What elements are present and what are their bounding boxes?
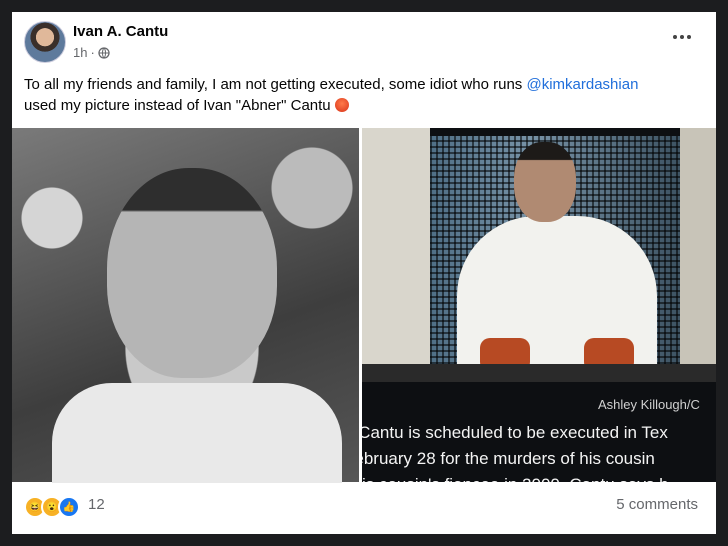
angry-emoji-icon: [334, 98, 349, 112]
post-photo-right[interactable]: Ashley Killough/C n Cantu is scheduled t…: [362, 128, 716, 482]
meta-separator: ·: [90, 45, 95, 60]
post-footer: 😆 😮 👍 12 5 comments: [12, 482, 716, 534]
author-name[interactable]: Ivan A. Cantu: [73, 23, 168, 40]
post-text-before: To all my friends and family, I am not g…: [24, 76, 527, 93]
comments-count[interactable]: 5 comments: [616, 496, 698, 513]
reaction-count[interactable]: 12: [88, 496, 105, 513]
post-text-after: used my picture instead of Ivan "Abner" …: [24, 97, 335, 114]
photo-credit: Ashley Killough/C: [598, 397, 700, 412]
reactions-summary[interactable]: 😆 😮 👍: [24, 496, 80, 518]
facebook-post-card: Ivan A. Cantu 1h · To all my friends and…: [12, 12, 716, 534]
caption-line: l his cousin's fiancee in 2000. Cantu sa…: [362, 472, 716, 482]
post-header: Ivan A. Cantu 1h ·: [12, 12, 716, 72]
portrait-shirt: [52, 383, 342, 483]
post-meta: 1h ·: [73, 45, 110, 60]
post-photo-left[interactable]: [12, 128, 359, 483]
photo-wall-left: [362, 128, 430, 364]
caption-line: February 28 for the murders of his cousi…: [362, 449, 655, 468]
photo-person-head: [514, 142, 576, 222]
more-options-icon[interactable]: [670, 30, 694, 44]
globe-icon[interactable]: [98, 46, 110, 59]
mention-link[interactable]: @kimkardashian: [526, 76, 638, 93]
author-avatar[interactable]: [24, 21, 66, 63]
post-text: To all my friends and family, I am not g…: [24, 74, 704, 116]
photo-wall-right: [680, 128, 716, 364]
like-reaction-icon: 👍: [58, 496, 80, 518]
portrait-face: [107, 168, 277, 378]
photo-desk: [362, 364, 716, 382]
photo-caption: n Cantu is scheduled to be executed in T…: [362, 420, 716, 482]
post-time[interactable]: 1h: [73, 45, 87, 60]
caption-line: n Cantu is scheduled to be executed in T…: [362, 423, 668, 442]
